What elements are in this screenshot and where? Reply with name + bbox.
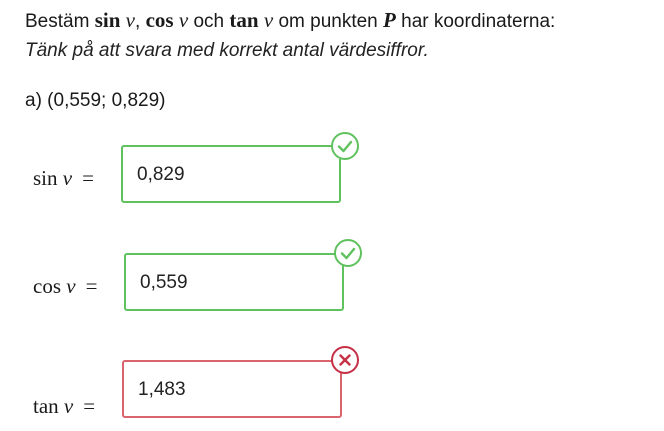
sin-label: sin <box>94 8 121 32</box>
instruction-text: har koordinaterna: <box>395 11 556 32</box>
cos-v-label: cos v = <box>33 274 97 299</box>
func-name: cos <box>33 274 61 298</box>
sin-answer-field[interactable]: 0,829 <box>121 145 341 203</box>
func-name: sin <box>33 166 58 190</box>
point-p: P <box>383 8 396 32</box>
cos-answer-value: 0,559 <box>140 272 188 293</box>
instruction-text: Bestäm <box>25 11 95 32</box>
variable-v: v <box>125 8 135 32</box>
tan-label: tan <box>229 8 259 32</box>
hint-text: Tänk på att svara med korrekt antal värd… <box>25 40 429 61</box>
check-icon <box>331 132 359 160</box>
variable-v: v <box>263 8 274 32</box>
question-instruction: Bestäm sin v, cos v och tan v om punkten… <box>25 6 661 65</box>
variable-v: v <box>66 274 76 298</box>
func-name: tan <box>33 394 59 418</box>
check-icon <box>334 239 362 267</box>
variable-v: v <box>62 166 73 190</box>
equals-sign: = <box>83 394 96 418</box>
equals-sign: = <box>82 166 94 190</box>
sin-answer-value: 0,829 <box>137 164 185 185</box>
cos-answer-field[interactable]: 0,559 <box>124 253 344 311</box>
part-a-label: a) (0,559; 0,829) <box>25 90 166 111</box>
sin-v-label: sin v = <box>33 166 94 191</box>
equals-sign: = <box>85 274 98 298</box>
tan-answer-value: 1,483 <box>138 379 186 400</box>
cross-icon <box>331 346 359 374</box>
comma: , <box>135 11 146 32</box>
cos-label: cos <box>145 8 174 32</box>
instruction-text: och <box>188 11 230 32</box>
instruction-text: om punkten <box>273 11 384 32</box>
variable-v: v <box>63 394 74 418</box>
tan-answer-field[interactable]: 1,483 <box>122 360 342 418</box>
instruction-line: Bestäm sin v, cos v och tan v om punkten… <box>25 6 661 36</box>
tan-v-label: tan v = <box>33 394 95 419</box>
variable-v: v <box>178 8 189 32</box>
